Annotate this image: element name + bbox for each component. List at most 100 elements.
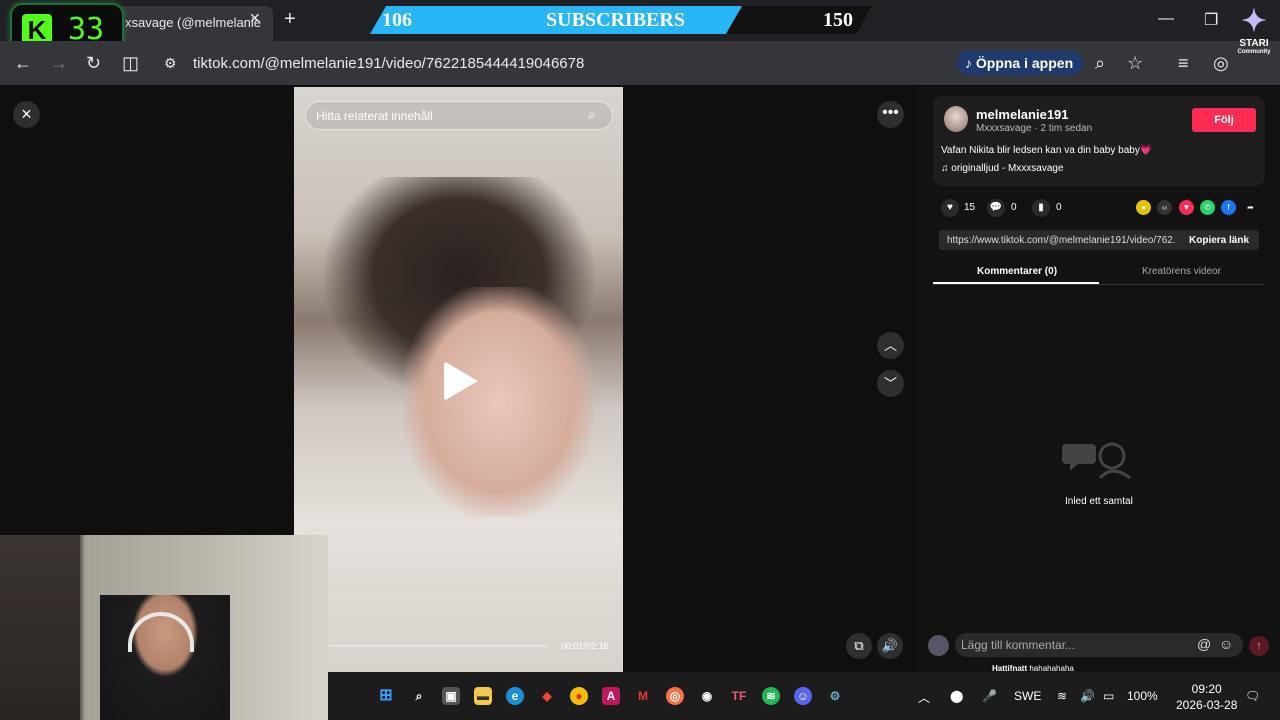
edge-icon[interactable]: e	[506, 687, 524, 705]
subscriber-goal-banner: 106 SUBSCRIBERS 150	[356, 6, 888, 34]
tab-close-icon[interactable]: ✕	[249, 10, 261, 27]
comment-placeholder: Lägg till kommentar...	[961, 638, 1076, 652]
steam-icon[interactable]: ⚙	[826, 687, 844, 705]
post-comment-button[interactable]: ↑	[1249, 636, 1269, 656]
file-explorer-icon[interactable]: ▬	[474, 687, 492, 705]
subscribers-current: 106	[382, 9, 412, 31]
emoji-icon[interactable]: ☺	[1219, 636, 1233, 652]
star-logo-icon: ✦	[1241, 5, 1267, 38]
empty-comments-icon	[1062, 442, 1131, 480]
previous-video-button[interactable]: ︿	[877, 332, 904, 359]
follow-button[interactable]: Följ	[1192, 108, 1256, 132]
search-placeholder: Hitta relaterat innehåll	[316, 109, 433, 123]
tf-app-icon[interactable]: TF	[730, 687, 748, 705]
notifications-icon[interactable]: 🗨	[1245, 689, 1260, 703]
stari-label: STARI	[1239, 38, 1269, 49]
next-video-button[interactable]: ﹀	[877, 370, 904, 397]
video-progress-bar[interactable]	[330, 645, 548, 647]
save-count: 0	[1056, 202, 1062, 213]
webcam-door	[0, 535, 80, 720]
tab-creator-videos[interactable]: Kreatörens videor	[1142, 266, 1221, 277]
tray-overflow-icon[interactable]: ︿	[918, 689, 930, 706]
facebook-icon[interactable]: f	[1221, 200, 1236, 215]
video-description: Vafan Nikita blir ledsen kan va din baby…	[941, 145, 1153, 156]
mcafee-icon[interactable]: M	[634, 687, 652, 705]
send-to-friends-icon[interactable]: ▼	[1179, 200, 1194, 215]
site-settings-icon[interactable]: ⚙	[164, 55, 177, 72]
clock-time: 09:20	[1191, 682, 1222, 696]
share-coin-icon[interactable]: ●	[1136, 200, 1151, 215]
app-diamond-icon[interactable]: ◆	[538, 687, 556, 705]
stari-community-logo: ✦ STARI Community	[1231, 6, 1277, 66]
new-tab-button[interactable]: +	[284, 8, 296, 31]
music-note-icon: ♫	[941, 163, 952, 174]
bookmark-icon[interactable]: ▮	[1032, 199, 1050, 217]
like-icon[interactable]: ♥	[941, 199, 959, 217]
search-icon[interactable]: ⌕	[588, 106, 596, 123]
whatsapp-icon[interactable]: ✆	[1200, 200, 1215, 215]
restore-button[interactable]: ❐	[1204, 10, 1218, 30]
video-time: 00:01/02:16	[561, 641, 609, 651]
share-link-text[interactable]: https://www.tiktok.com/@melmelanie191/vi…	[947, 235, 1175, 246]
reload-icon[interactable]: ↻	[86, 53, 101, 74]
task-view-icon[interactable]: ▣	[442, 687, 460, 705]
stari-sub: Community	[1237, 49, 1271, 55]
forward-icon[interactable]: →	[50, 53, 68, 74]
open-app-button[interactable]: ♪ Öppna i appen	[957, 51, 1083, 75]
tray-app-icon[interactable]: ⬤	[950, 689, 963, 703]
profile-icon[interactable]: ◎	[1213, 53, 1229, 74]
taskbar-search-icon[interactable]: ⌕	[410, 687, 428, 705]
obs-icon[interactable]: ◉	[698, 687, 716, 705]
volume-icon[interactable]: 🔊	[877, 633, 903, 659]
music-label: originalljud - Mxxxsavage	[951, 163, 1064, 174]
copy-link-button[interactable]: Kopiera länk	[1189, 235, 1249, 246]
url-field[interactable]: tiktok.com/@melmelanie191/video/76221854…	[193, 55, 584, 72]
embed-code-icon[interactable]: ‹›	[1157, 200, 1172, 215]
discord-icon[interactable]: ☺	[794, 687, 812, 705]
bookmark-star-icon[interactable]: ☆	[1127, 53, 1143, 74]
play-icon[interactable]	[444, 361, 478, 401]
creator-meta: Mxxxsavage · 2 tim sedan	[976, 123, 1093, 134]
battery-percent: 100%	[1127, 689, 1158, 703]
clock-date: 2026-03-28	[1176, 698, 1238, 712]
comment-icon[interactable]: 💬	[987, 199, 1005, 217]
tab-comments[interactable]: Kommentarer (0)	[977, 266, 1057, 277]
creator-username[interactable]: melmelanie191	[976, 107, 1069, 122]
close-video-button[interactable]: ×	[13, 101, 40, 128]
system-clock[interactable]: 09:20 2026-03-28	[1176, 681, 1237, 713]
comment-input[interactable]: Lägg till kommentar... @ ☺	[955, 633, 1243, 657]
tab-title: xsavage (@melmelanie	[125, 15, 262, 30]
creator-avatar[interactable]	[944, 106, 968, 132]
split-view-icon[interactable]: ◫	[122, 53, 139, 74]
empty-comments-text: Inled ett samtal	[1065, 496, 1133, 507]
tab-divider	[933, 284, 1265, 285]
more-options-button[interactable]: •••	[877, 101, 904, 128]
like-count: 15	[964, 202, 976, 213]
user-avatar	[928, 635, 949, 656]
reading-list-icon[interactable]: ≡	[1178, 53, 1189, 74]
language-indicator[interactable]: SWE	[1014, 689, 1041, 703]
microphone-icon[interactable]: 🎤	[982, 689, 997, 703]
comment-count: 0	[1011, 202, 1017, 213]
open-app-label: Öppna i appen	[975, 55, 1074, 71]
app-orange-icon[interactable]: ◎	[666, 687, 684, 705]
volume-tray-icon[interactable]: 🔊	[1080, 689, 1095, 703]
music-info[interactable]: ♫ originalljud - Mxxxsavage	[941, 163, 1064, 174]
wifi-icon[interactable]: ≋	[1057, 689, 1067, 703]
related-search-input[interactable]: Hitta relaterat innehåll ⌕	[305, 101, 613, 130]
active-tab-indicator	[933, 282, 1099, 284]
spotify-icon[interactable]: ≋	[762, 687, 780, 705]
subscribers-label: SUBSCRIBERS	[546, 9, 685, 31]
mention-icon[interactable]: @	[1197, 636, 1211, 652]
back-icon[interactable]: ←	[14, 53, 32, 74]
windows-start-icon[interactable]: ⊞	[377, 687, 395, 705]
address-bar	[0, 41, 1280, 85]
tiktok-logo-icon: ♪	[965, 55, 976, 71]
zoom-search-icon[interactable]: ⌕	[1095, 53, 1105, 74]
miniplayer-icon[interactable]: ⧉	[846, 633, 872, 659]
adobe-icon[interactable]: A	[602, 687, 620, 705]
minimize-button[interactable]: —	[1158, 10, 1174, 28]
battery-icon[interactable]: ▭	[1103, 689, 1114, 703]
chrome-icon[interactable]: ●	[570, 687, 588, 705]
share-arrow-icon[interactable]: ➦	[1243, 200, 1258, 215]
